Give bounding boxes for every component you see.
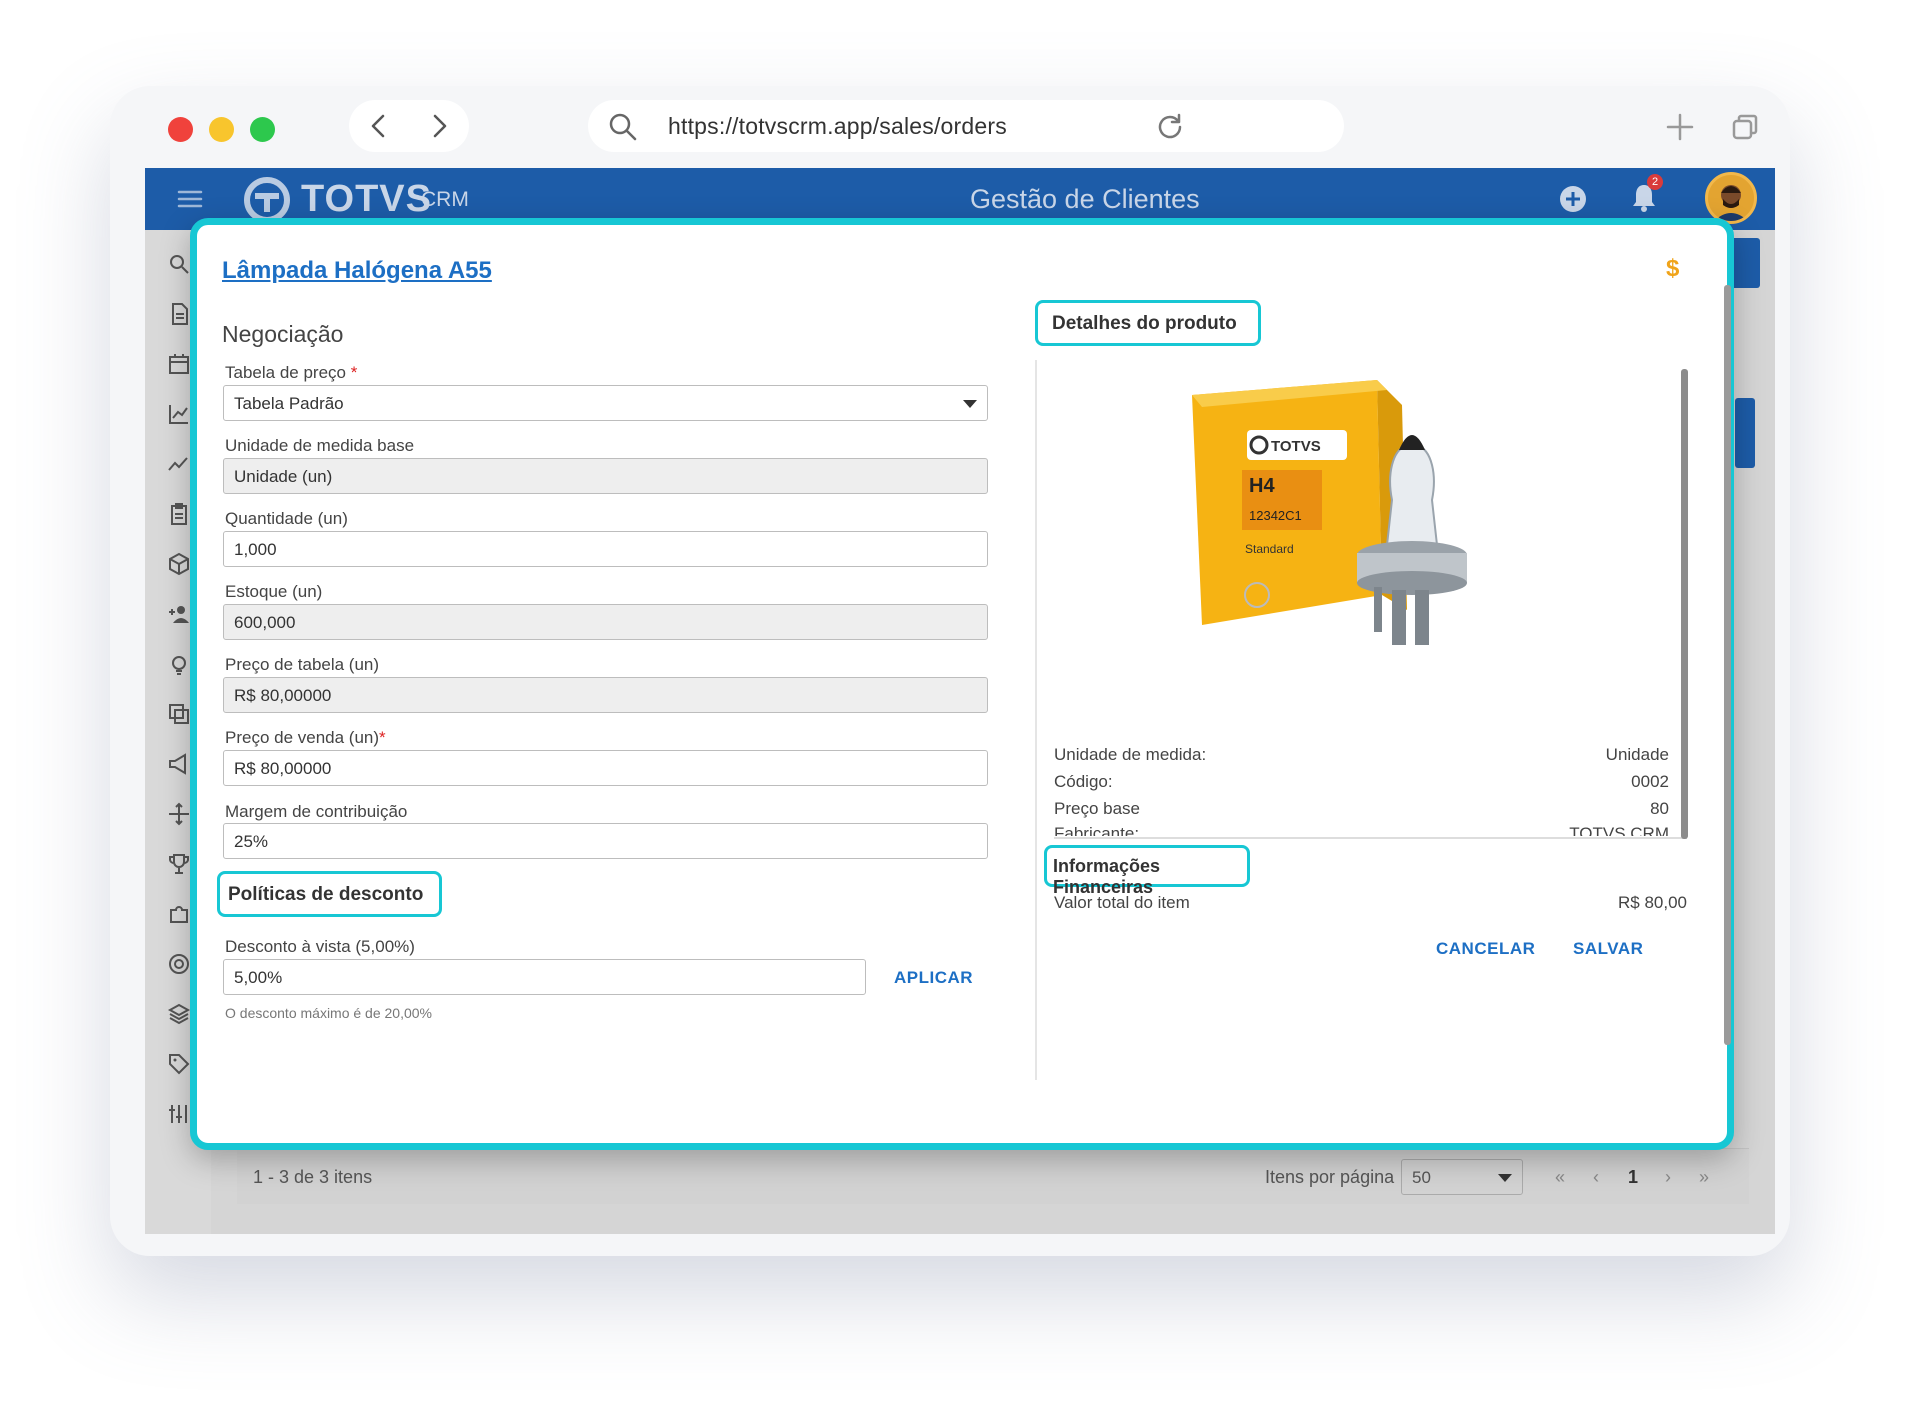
detail-row-unit: Unidade de medida: Unidade bbox=[1054, 745, 1669, 764]
primary-action-button[interactable] bbox=[1730, 238, 1760, 288]
logo-suffix: CRM bbox=[421, 188, 469, 211]
avatar[interactable] bbox=[1705, 172, 1757, 224]
pagination-bar: 1 - 3 de 3 itens Itens por página 50 « ‹… bbox=[237, 1148, 1749, 1204]
pagination-range: 1 - 3 de 3 itens bbox=[253, 1167, 373, 1187]
chevron-down-icon bbox=[1498, 1174, 1512, 1182]
list-price-field: R$ 80,00000 bbox=[223, 677, 988, 713]
chevron-down-icon bbox=[963, 400, 977, 408]
per-page-label: Itens por página bbox=[1265, 1167, 1395, 1187]
quantity-label: Quantidade (un) bbox=[225, 509, 348, 528]
document-icon[interactable] bbox=[167, 302, 191, 326]
header-title: Gestão de Clientes bbox=[970, 184, 1200, 214]
lightbulb-icon[interactable] bbox=[167, 652, 191, 676]
detail-row-code: Código: 0002 bbox=[1054, 772, 1669, 791]
search-icon bbox=[609, 113, 637, 141]
product-modal: Lâmpada Halógena A55 $ Negociação Tabela… bbox=[190, 218, 1734, 1150]
notification-badge: 2 bbox=[1647, 174, 1663, 190]
trend-icon[interactable] bbox=[167, 452, 191, 476]
calendar-icon[interactable] bbox=[167, 352, 191, 376]
chevron-right-icon bbox=[433, 114, 447, 138]
product-image: TOTVS H4 12342C1 Standard bbox=[1192, 380, 1467, 645]
per-page-select[interactable]: 50 bbox=[1401, 1159, 1523, 1195]
per-page-value: 50 bbox=[1412, 1168, 1431, 1187]
product-details-heading: Detalhes do produto bbox=[1035, 300, 1261, 346]
detail-row-manufacturer-clip: Fabricante: TOTVS CRM bbox=[1054, 824, 1669, 836]
detail-row-manufacturer: Fabricante: TOTVS CRM bbox=[1054, 824, 1669, 836]
prev-page-button[interactable]: ‹ bbox=[1593, 1167, 1599, 1188]
add-user-icon[interactable] bbox=[167, 602, 191, 626]
margin-label: Margem de contribuição bbox=[225, 802, 408, 821]
total-value-row: Valor total do item R$ 80,00 bbox=[1054, 893, 1687, 912]
discount-input[interactable]: 5,00% bbox=[223, 959, 866, 995]
search-icon[interactable] bbox=[167, 252, 191, 276]
first-page-button[interactable]: « bbox=[1555, 1167, 1565, 1188]
current-page[interactable]: 1 bbox=[1628, 1167, 1638, 1188]
sale-price-label: Preço de venda (un)* bbox=[225, 728, 386, 747]
side-action-button[interactable] bbox=[1735, 398, 1755, 468]
box-model-text: H4 bbox=[1249, 475, 1275, 497]
dollar-icon[interactable]: $ bbox=[1666, 255, 1679, 283]
forward-button[interactable] bbox=[409, 100, 469, 152]
chevron-left-icon bbox=[371, 114, 385, 138]
totvs-logo-icon bbox=[244, 177, 290, 223]
list-price-label: Preço de tabela (un) bbox=[225, 655, 380, 674]
menu-icon[interactable] bbox=[177, 189, 203, 209]
discount-policies-heading: Políticas de desconto bbox=[217, 871, 442, 917]
base-unit-label: Unidade de medida base bbox=[225, 436, 415, 455]
cancel-button[interactable]: CANCELAR bbox=[1436, 939, 1535, 959]
clipboard-icon[interactable] bbox=[167, 502, 191, 526]
save-button[interactable]: SALVAR bbox=[1573, 939, 1643, 959]
section-title: Negociação bbox=[222, 321, 344, 347]
back-button[interactable] bbox=[349, 100, 409, 152]
user-avatar-icon bbox=[1714, 185, 1748, 221]
detail-row-base-price: Preço base 80 bbox=[1054, 799, 1669, 818]
details-scrollbar[interactable] bbox=[1681, 369, 1689, 839]
tabs-overview-icon[interactable] bbox=[1730, 112, 1760, 142]
layers-icon[interactable] bbox=[167, 1002, 191, 1026]
minimize-window-button[interactable] bbox=[209, 117, 234, 142]
puzzle-icon[interactable] bbox=[167, 902, 191, 926]
sale-price-input[interactable]: R$ 80,00000 bbox=[223, 750, 988, 786]
modal-scrollbar[interactable] bbox=[1724, 285, 1732, 1055]
stock-label: Estoque (un) bbox=[225, 582, 323, 601]
price-table-value: Tabela Padrão bbox=[234, 394, 344, 413]
trophy-icon[interactable] bbox=[167, 852, 191, 876]
chart-icon[interactable] bbox=[167, 402, 191, 426]
new-tab-icon[interactable] bbox=[1665, 112, 1695, 142]
discount-hint: O desconto máximo é de 20,00% bbox=[225, 1005, 433, 1021]
quantity-input[interactable]: 1,000 bbox=[223, 531, 988, 567]
box-code-text: 12342C1 bbox=[1249, 508, 1302, 523]
price-table-select[interactable]: Tabela Padrão bbox=[223, 385, 988, 421]
box-line-text: Standard bbox=[1245, 542, 1294, 556]
product-title-link[interactable]: Lâmpada Halógena A55 bbox=[222, 257, 492, 285]
last-page-button[interactable]: » bbox=[1699, 1167, 1709, 1188]
move-icon[interactable] bbox=[167, 802, 191, 826]
apply-discount-button[interactable]: APLICAR bbox=[894, 968, 973, 988]
add-circle-icon[interactable] bbox=[1559, 185, 1587, 213]
address-bar[interactable]: https://totvscrm.app/sales/orders bbox=[588, 100, 1344, 152]
financial-info-heading: Informações Financeiras bbox=[1044, 845, 1250, 897]
settings-icon[interactable] bbox=[167, 1102, 191, 1126]
margin-input[interactable]: 25% bbox=[223, 823, 988, 859]
tag-icon[interactable] bbox=[167, 1052, 191, 1076]
maximize-window-button[interactable] bbox=[250, 117, 275, 142]
price-table-label: Tabela de preço * bbox=[225, 363, 358, 382]
stock-field: 600,000 bbox=[223, 604, 988, 640]
details-divider bbox=[1054, 837, 1687, 839]
box-icon[interactable] bbox=[167, 552, 191, 576]
copy-icon[interactable] bbox=[167, 702, 191, 726]
reload-icon[interactable] bbox=[1156, 112, 1184, 140]
url-text: https://totvscrm.app/sales/orders bbox=[668, 113, 1007, 139]
close-window-button[interactable] bbox=[168, 117, 193, 142]
megaphone-icon[interactable] bbox=[167, 752, 191, 776]
target-icon[interactable] bbox=[167, 952, 191, 976]
base-unit-field: Unidade (un) bbox=[223, 458, 988, 494]
nav-buttons bbox=[349, 100, 469, 152]
next-page-button[interactable]: › bbox=[1665, 1167, 1671, 1188]
logo-text: TOTVS bbox=[301, 178, 432, 220]
discount-label: Desconto à vista (5,00%) bbox=[225, 937, 415, 956]
box-brand-text: TOTVS bbox=[1271, 438, 1321, 455]
column-divider bbox=[1035, 360, 1037, 1080]
